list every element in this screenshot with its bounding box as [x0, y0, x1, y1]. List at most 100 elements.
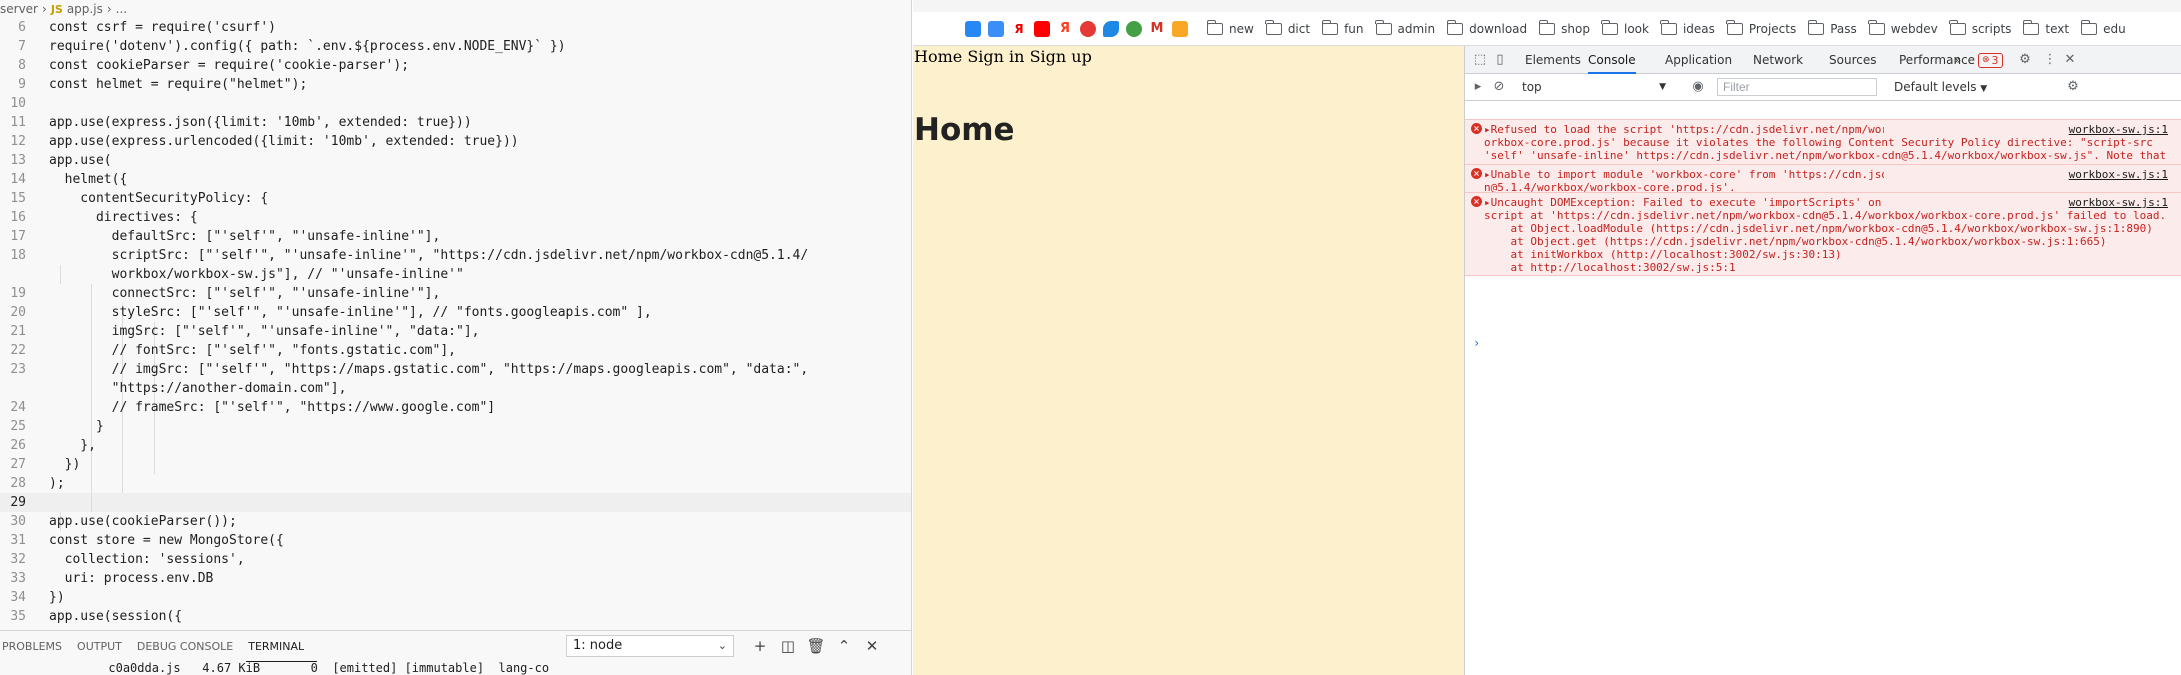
error-count-badge[interactable]: ⊗ 3	[1978, 53, 2003, 68]
code-line[interactable]: 17 defaultSrc: ["'self'", "'unsafe-inlin…	[0, 227, 911, 246]
code-line[interactable]: 14 helmet({	[0, 170, 911, 189]
plus-icon[interactable]: +	[750, 636, 770, 656]
code-editor[interactable]: server › JS app.js › ... 6 const csrf = r…	[0, 0, 912, 675]
clear-console-icon[interactable]: ⊘	[1491, 79, 1507, 95]
kebab-menu-icon[interactable]: ⋮	[2042, 52, 2058, 68]
code-line[interactable]: 29	[0, 493, 911, 512]
bookmark-folder[interactable]: new	[1206, 19, 1254, 36]
code-line[interactable]: 12 app.use(express.urlencoded({limit: '10…	[0, 132, 911, 151]
wave-icon[interactable]	[1103, 20, 1119, 37]
tab-terminal[interactable]: TERMINAL	[246, 631, 318, 662]
code-line[interactable]: 31 const store = new MongoStore({	[0, 531, 911, 550]
terminal-select[interactable]: 1: node ⌄	[566, 635, 734, 657]
yandex-icon[interactable]: Я	[1011, 20, 1027, 37]
code-line[interactable]: 34})	[0, 588, 911, 607]
tab-console[interactable]: Console	[1588, 46, 1636, 74]
chat-icon[interactable]	[988, 20, 1004, 37]
eye-icon[interactable]: ◉	[1690, 79, 1706, 95]
console-settings-icon[interactable]: ⚙	[2065, 79, 2081, 95]
console-filter-input[interactable]	[1717, 78, 1877, 96]
code-line[interactable]: 23 // imgSrc: ["'self'", "https://maps.g…	[0, 360, 911, 379]
bookmark-folder[interactable]: ideas	[1660, 19, 1715, 36]
source-link[interactable]: workbox-sw.js:1	[2069, 168, 2168, 181]
code-line[interactable]: 6 const csrf = require('csurf')	[0, 18, 911, 37]
gmail-icon[interactable]: M	[1149, 20, 1165, 37]
tab-elements[interactable]: Elements	[1525, 46, 1581, 74]
code-line[interactable]: 11 app.use(express.json({limit: '10mb', e…	[0, 113, 911, 132]
mail-icon[interactable]	[1172, 20, 1188, 37]
code-line[interactable]: 10	[0, 94, 911, 113]
code-line[interactable]: 20 styleSrc: ["'self'", "'unsafe-inline'…	[0, 303, 911, 322]
code-line[interactable]: workbox/workbox-sw.js"], // "'unsafe-inl…	[0, 265, 911, 284]
code-line[interactable]: 7 require('dotenv').config({ path: `.env.…	[0, 37, 911, 56]
vk-icon[interactable]	[965, 20, 981, 37]
code-line[interactable]: 19 connectSrc: ["'self'", "'unsafe-inlin…	[0, 284, 911, 303]
console-error-message[interactable]: × ▸Uncaught DOMException: Failed to execu…	[1465, 192, 2181, 276]
code-line[interactable]: 8 const cookieParser = require('cookie-pa…	[0, 56, 911, 75]
nav-signin-link[interactable]: Sign in	[967, 47, 1024, 66]
address-bar-strip[interactable]	[913, 0, 2181, 12]
bookmark-folder[interactable]: look	[1601, 19, 1649, 36]
breadcrumb-file[interactable]: app.js	[67, 2, 103, 16]
code-area[interactable]: 6 const csrf = require('csurf') 7 require('…	[0, 18, 911, 630]
split-icon[interactable]: ◫	[778, 636, 798, 656]
tab-performance[interactable]: Performance	[1899, 46, 1975, 74]
context-select[interactable]: top ▼	[1522, 79, 1668, 96]
gear-icon[interactable]: ⚙	[2017, 52, 2033, 68]
bookmark-folder[interactable]: Projects	[1726, 19, 1796, 36]
sidebar-toggle-icon[interactable]: ▸	[1470, 79, 1486, 95]
yandex-red-icon[interactable]: Я	[1057, 20, 1073, 37]
close-icon[interactable]: ✕	[2062, 52, 2078, 68]
tab-debug-console[interactable]: DEBUG CONSOLE	[135, 631, 246, 662]
nav-signup-link[interactable]: Sign up	[1030, 47, 1092, 66]
code-line[interactable]: 18 scriptSrc: ["'self'", "'unsafe-inline…	[0, 246, 911, 265]
code-line[interactable]: 25 }	[0, 417, 911, 436]
bookmark-folder[interactable]: fun	[1321, 19, 1364, 36]
close-icon[interactable]: ✕	[862, 636, 882, 656]
bookmark-folder[interactable]: admin	[1375, 19, 1435, 36]
bookmark-folder[interactable]: edu	[2080, 19, 2126, 36]
breadcrumb-folder[interactable]: server	[0, 2, 38, 16]
code-line[interactable]: 22 // fontSrc: ["'self'", "fonts.gstatic…	[0, 341, 911, 360]
breadcrumb-symbol[interactable]: ...	[116, 2, 127, 16]
code-line[interactable]: 13 app.use(	[0, 151, 911, 170]
chevron-up-icon[interactable]: ⌃	[834, 636, 854, 656]
source-link[interactable]: workbox-sw.js:1	[2069, 123, 2168, 136]
code-line[interactable]: 24 // frameSrc: ["'self'", "https://www.…	[0, 398, 911, 417]
bookmark-folder[interactable]: dict	[1265, 19, 1310, 36]
tab-application[interactable]: Application	[1665, 46, 1732, 74]
code-line[interactable]: 27 })	[0, 455, 911, 474]
tab-problems[interactable]: PROBLEMS	[0, 631, 75, 662]
source-link[interactable]: workbox-sw.js:1	[2069, 196, 2168, 209]
green-circle-icon[interactable]	[1126, 20, 1142, 37]
code-line[interactable]: 35 app.use(session({	[0, 607, 911, 626]
tab-output[interactable]: OUTPUT	[75, 631, 135, 662]
bookmark-folder[interactable]: Pass	[1807, 19, 1857, 36]
device-toolbar-icon[interactable]: ▯	[1492, 52, 1508, 68]
code-line[interactable]: 32 collection: 'sessions',	[0, 550, 911, 569]
tab-sources[interactable]: Sources	[1829, 46, 1876, 74]
code-line[interactable]: "https://another-domain.com"],	[0, 379, 911, 398]
log-levels-select[interactable]: Default levels ▼	[1894, 79, 1987, 98]
more-tabs-icon[interactable]: »	[1954, 46, 1961, 74]
code-line[interactable]: 9 const helmet = require("helmet");	[0, 75, 911, 94]
trash-icon[interactable]: 🗑	[806, 636, 826, 656]
red-circle-icon[interactable]	[1080, 20, 1096, 37]
tab-network[interactable]: Network	[1753, 46, 1803, 74]
code-line[interactable]: 15 contentSecurityPolicy: {	[0, 189, 911, 208]
code-line[interactable]: 30 app.use(cookieParser());	[0, 512, 911, 531]
bookmark-folder[interactable]: download	[1446, 19, 1527, 36]
bookmark-folder[interactable]: webdev	[1868, 19, 1938, 36]
code-line[interactable]: 28);	[0, 474, 911, 493]
youtube-icon[interactable]	[1034, 20, 1050, 37]
bookmark-folder[interactable]: shop	[1538, 19, 1590, 36]
code-line[interactable]: 26 },	[0, 436, 911, 455]
code-line[interactable]: 33 uri: process.env.DB	[0, 569, 911, 588]
bookmark-folder[interactable]: text	[2022, 19, 2069, 36]
inspect-element-icon[interactable]: ⬚	[1472, 52, 1488, 68]
nav-home-link[interactable]: Home	[914, 47, 962, 66]
console-prompt[interactable]: ›	[1473, 336, 1480, 350]
code-line[interactable]: 21 imgSrc: ["'self'", "'unsafe-inline'",…	[0, 322, 911, 341]
bookmark-folder[interactable]: scripts	[1949, 19, 2011, 36]
code-line[interactable]: 16 directives: {	[0, 208, 911, 227]
